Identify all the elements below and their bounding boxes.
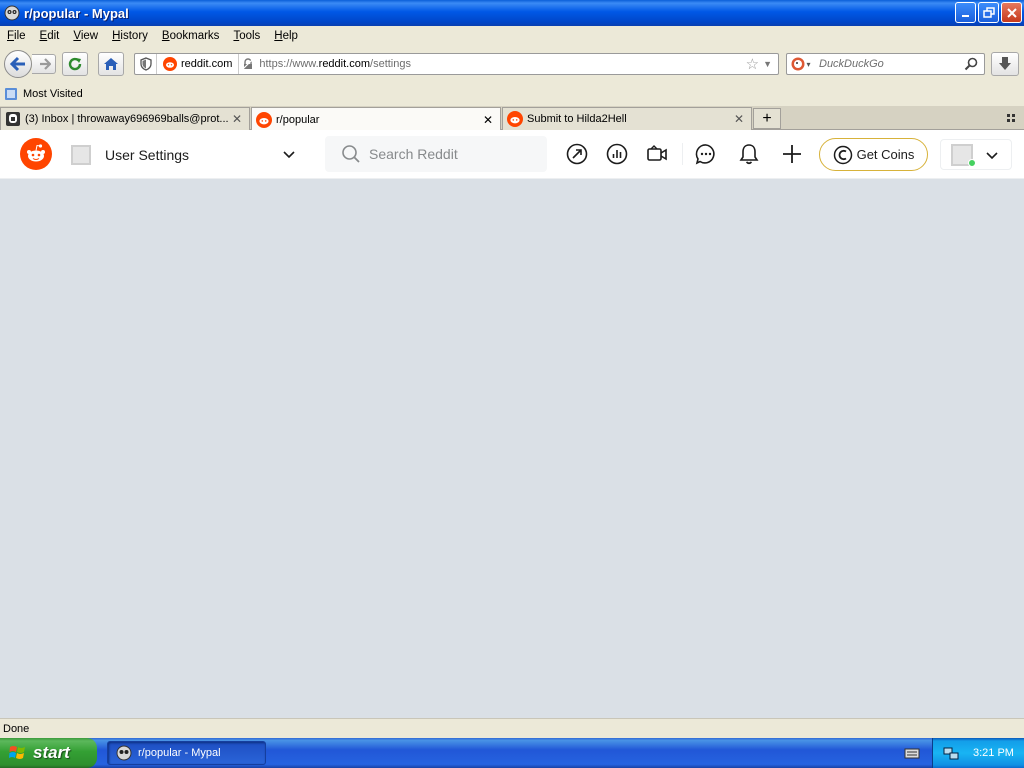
tab-list-icon[interactable] [1006, 112, 1018, 124]
site-label: reddit.com [181, 58, 233, 70]
window-title: r/popular - Mypal [24, 5, 129, 21]
url-text[interactable]: https://www.reddit.com/settings [259, 58, 745, 70]
tracking-shield-icon[interactable] [135, 54, 157, 74]
reddit-favicon-icon [256, 111, 272, 128]
all-button[interactable] [605, 142, 629, 166]
page-content: User Settings Search Reddit Get Coins [0, 130, 1024, 718]
user-menu-dropdown[interactable] [940, 139, 1012, 170]
menu-bookmarks[interactable]: Bookmarks [155, 30, 227, 42]
menu-tools[interactable]: Tools [226, 30, 267, 42]
create-post-button[interactable] [780, 142, 804, 166]
downloads-button[interactable] [991, 52, 1019, 76]
back-button[interactable] [4, 50, 32, 78]
network-icon[interactable] [943, 745, 959, 761]
home-icon [104, 58, 118, 70]
header-divider [682, 143, 683, 165]
menu-history[interactable]: History [105, 30, 155, 42]
reddit-live-button[interactable] [645, 142, 669, 166]
minimize-icon [961, 14, 969, 17]
navigation-toolbar: reddit.com https://www.reddit.com/settin… [0, 46, 1024, 82]
search-input[interactable]: DuckDuckGo [819, 58, 964, 70]
menu-bar: File Edit View History Bookmarks Tools H… [0, 26, 1024, 46]
search-icon[interactable] [964, 57, 978, 71]
connection-lock-icon[interactable] [241, 58, 255, 70]
windows-taskbar: start r/popular - Mypal 3:21 PM [0, 738, 1024, 768]
reload-button[interactable] [62, 52, 88, 76]
chat-button[interactable] [694, 142, 718, 166]
plus-icon: + [762, 109, 772, 127]
chevron-down-icon [986, 152, 998, 160]
restore-button[interactable] [978, 2, 999, 23]
keyboard-language-icon[interactable] [904, 745, 920, 761]
coin-icon [833, 145, 852, 164]
download-icon [999, 57, 1011, 70]
taskbar-window-mypal[interactable]: r/popular - Mypal [107, 741, 266, 765]
get-coins-button[interactable]: Get Coins [819, 138, 928, 171]
menu-help[interactable]: Help [267, 30, 305, 42]
trending-arrow-icon [566, 143, 588, 165]
page-title: User Settings [105, 147, 190, 163]
minimize-button[interactable] [955, 2, 976, 23]
web-search-bar[interactable]: ▾ DuckDuckGo [786, 53, 985, 75]
tab-popular[interactable]: r/popular ✕ [251, 107, 501, 131]
online-status-dot [968, 159, 976, 167]
close-icon [1006, 7, 1017, 18]
plus-icon [783, 145, 801, 163]
menu-view[interactable]: View [66, 30, 105, 42]
forward-button[interactable] [32, 54, 56, 74]
menu-file[interactable]: File [0, 30, 33, 42]
tab-strip: (3) Inbox | throwaway696969balls@prot...… [0, 106, 1024, 131]
tab-submit[interactable]: Submit to Hilda2Hell ✕ [502, 107, 752, 130]
reddit-snoo-icon [27, 144, 45, 162]
bookmarks-toolbar: Most Visited [0, 84, 1024, 104]
reddit-logo[interactable] [20, 138, 52, 170]
notifications-button[interactable] [737, 142, 761, 166]
bookmark-folder-icon [5, 88, 17, 100]
menu-edit[interactable]: Edit [33, 30, 67, 42]
search-engine-selector[interactable]: ▾ [787, 57, 815, 71]
tab-close-icon[interactable]: ✕ [731, 112, 747, 126]
back-arrow-icon [9, 56, 25, 72]
popular-button[interactable] [565, 142, 589, 166]
reload-icon [68, 57, 82, 71]
mypal-app-icon [4, 5, 20, 21]
restore-icon [982, 6, 995, 18]
new-tab-button[interactable]: + [753, 108, 781, 129]
reddit-search-input[interactable]: Search Reddit [325, 136, 547, 172]
community-dropdown[interactable]: User Settings [66, 140, 306, 170]
reddit-favicon-icon [507, 111, 523, 127]
home-button[interactable] [98, 52, 124, 76]
url-bar[interactable]: reddit.com https://www.reddit.com/settin… [134, 53, 779, 75]
system-tray: 3:21 PM [932, 738, 1024, 768]
status-bar: Done [0, 718, 1024, 738]
start-button[interactable]: start [0, 738, 97, 768]
mypal-app-icon [116, 745, 132, 761]
site-identity[interactable]: reddit.com [157, 54, 240, 74]
bookmark-most-visited[interactable]: Most Visited [4, 87, 83, 101]
video-camera-icon [647, 145, 667, 161]
bookmark-star-icon[interactable]: ☆ [746, 55, 759, 73]
window-titlebar: r/popular - Mypal [0, 0, 1024, 26]
url-history-dropdown-icon[interactable]: ▼ [763, 59, 772, 69]
reddit-favicon-icon [163, 57, 177, 71]
bar-chart-circle-icon [606, 143, 628, 165]
reddit-header: User Settings Search Reddit Get Coins [0, 130, 1024, 179]
close-window-button[interactable] [1001, 2, 1022, 23]
windows-flag-icon [9, 746, 25, 759]
tab-close-icon[interactable]: ✕ [480, 113, 496, 127]
chat-bubble-icon [695, 144, 715, 165]
forward-arrow-icon [39, 58, 51, 70]
duckduckgo-icon [791, 57, 805, 71]
bell-icon [739, 144, 759, 165]
tab-inbox[interactable]: (3) Inbox | throwaway696969balls@prot...… [0, 107, 250, 130]
tab-close-icon[interactable]: ✕ [229, 112, 245, 126]
search-icon [342, 145, 360, 163]
status-text: Done [3, 722, 30, 735]
clock[interactable]: 3:21 PM [973, 747, 1014, 759]
chevron-down-icon [283, 151, 295, 159]
protonmail-favicon-icon [6, 112, 20, 126]
settings-avatar-icon [71, 145, 91, 165]
